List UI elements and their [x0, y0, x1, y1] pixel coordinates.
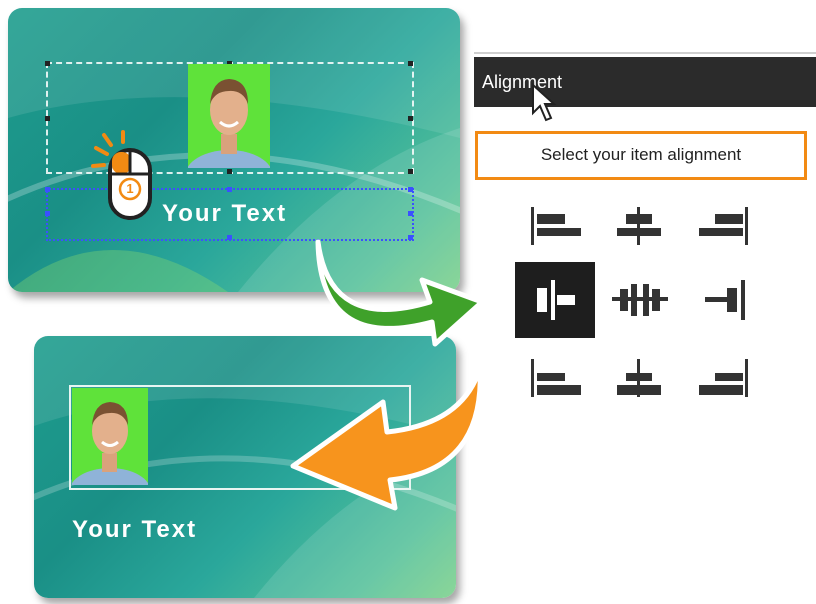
panel-top-divider — [474, 52, 816, 54]
align-bottom-right-button[interactable] — [685, 339, 765, 415]
align-top-left-icon — [531, 207, 581, 245]
card-text-label[interactable]: Your Text — [72, 516, 197, 544]
green-arrow-icon — [315, 239, 485, 347]
align-middle-right-button[interactable] — [685, 262, 765, 338]
align-top-center-icon — [617, 207, 661, 245]
mouse-click-icon — [91, 130, 152, 220]
resize-handle[interactable] — [408, 61, 413, 66]
align-top-right-icon — [699, 207, 748, 245]
align-top-left-button[interactable] — [515, 187, 595, 263]
resize-handle[interactable] — [45, 116, 50, 121]
align-middle-right-icon — [705, 280, 745, 320]
align-middle-left-button[interactable] — [515, 262, 595, 338]
align-middle-center-icon — [612, 284, 668, 316]
resize-handle[interactable] — [227, 169, 232, 174]
align-bottom-center-icon — [617, 359, 661, 397]
resize-handle[interactable] — [45, 61, 50, 66]
instruction-box: Select your item alignment — [475, 131, 807, 180]
portrait-photo[interactable] — [72, 388, 148, 485]
resize-handle[interactable] — [45, 211, 50, 216]
align-bottom-left-button[interactable] — [515, 339, 595, 415]
portrait-photo[interactable] — [188, 64, 270, 168]
align-bottom-center-button[interactable] — [600, 339, 680, 415]
cursor-pointer-icon — [532, 82, 557, 122]
person-photo-icon — [188, 79, 270, 168]
resize-handle[interactable] — [227, 187, 232, 192]
align-top-right-button[interactable] — [685, 187, 765, 263]
instruction-text: Select your item alignment — [540, 145, 742, 164]
resize-handle[interactable] — [45, 187, 50, 192]
align-top-center-button[interactable] — [600, 187, 680, 263]
align-bottom-right-icon — [699, 359, 748, 397]
step-number: 1 — [126, 181, 134, 196]
resize-handle[interactable] — [227, 235, 232, 240]
alignment-panel-header: Alignment — [474, 57, 816, 107]
align-middle-center-button[interactable] — [600, 262, 680, 338]
orange-arrow-icon — [290, 365, 483, 511]
resize-handle[interactable] — [408, 116, 413, 121]
resize-handle[interactable] — [408, 211, 413, 216]
person-photo-icon — [72, 402, 148, 485]
resize-handle[interactable] — [408, 187, 413, 192]
resize-handle[interactable] — [408, 169, 413, 174]
align-middle-left-icon — [537, 280, 575, 320]
align-bottom-left-icon — [531, 359, 581, 397]
card-text-label[interactable]: Your Text — [162, 200, 287, 228]
